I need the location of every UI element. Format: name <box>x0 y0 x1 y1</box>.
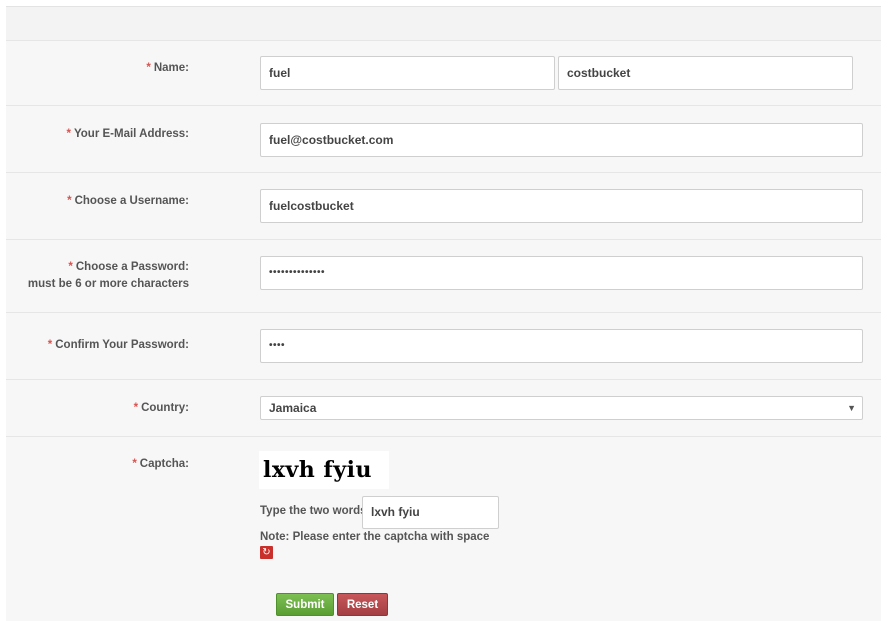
captcha-prompt: Type the two words: <box>260 505 371 517</box>
confirm-password-label: * Confirm Your Password: <box>47 339 189 351</box>
country-label: * Country: <box>133 402 189 414</box>
name-row: * Name: fuel costbucket <box>6 40 881 106</box>
confirm-password-input[interactable]: •••• <box>260 329 863 363</box>
password-input[interactable]: •••••••••••••• <box>260 256 863 290</box>
name-label: * Name: <box>146 62 189 74</box>
captcha-input[interactable]: lxvh fyiu <box>362 496 499 529</box>
username-label: * Choose a Username: <box>67 195 189 207</box>
email-label: * Your E-Mail Address: <box>66 128 189 140</box>
last-name-input[interactable]: costbucket <box>558 56 853 90</box>
registration-form: * Name: fuel costbucket * Your E-Mail Addr… <box>6 6 881 621</box>
email-input[interactable]: fuel@costbucket.com <box>260 123 863 157</box>
submit-button[interactable]: Submit <box>276 593 334 616</box>
username-input[interactable]: fuelcostbucket <box>260 189 863 223</box>
country-selected-value: Jamaica <box>269 401 317 415</box>
refresh-icon[interactable]: ↻ <box>260 546 273 559</box>
country-row: * Country: Jamaica ▼ <box>6 380 881 437</box>
chevron-down-icon: ▼ <box>847 403 856 413</box>
confirm-password-row: * Confirm Your Password: •••• <box>6 313 881 380</box>
password-row: * Choose a Password: must be 6 or more ch… <box>6 240 881 313</box>
first-name-input[interactable]: fuel <box>260 56 555 90</box>
captcha-note: Note: Please enter the captcha with spac… <box>260 531 490 543</box>
email-row: * Your E-Mail Address: fuel@costbucket.co… <box>6 106 881 173</box>
password-label: * Choose a Password: must be 6 or more ch… <box>27 261 189 290</box>
reset-button[interactable]: Reset <box>337 593 388 616</box>
required-mark: * <box>146 62 151 74</box>
top-bar <box>6 7 881 41</box>
captcha-label: * Captcha: <box>132 458 189 470</box>
country-select[interactable]: Jamaica ▼ <box>260 396 863 420</box>
captcha-image: lxvh fyiu <box>259 451 389 489</box>
password-hint: must be 6 or more characters <box>27 278 189 290</box>
username-row: * Choose a Username: fuelcostbucket <box>6 173 881 240</box>
